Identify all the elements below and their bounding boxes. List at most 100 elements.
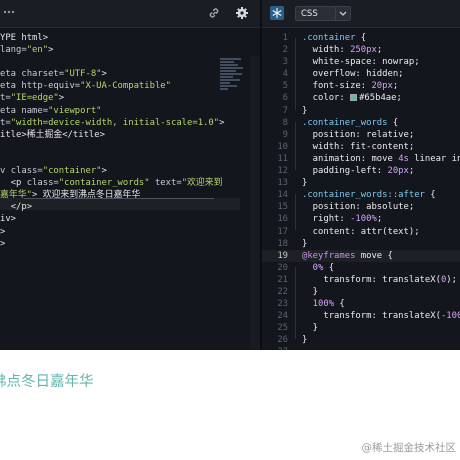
html-code-area[interactable]: YPE html> lang="en"> eta charset="UTF-8">… [0,28,260,350]
code-token: 250px [350,45,377,56]
code-line: <p class="container_words" text="欢迎来到 [0,177,224,189]
settings-gear-icon[interactable] [234,5,250,21]
snowflake-icon[interactable] [269,5,285,21]
code-token: > [48,45,54,56]
code-token: position: relative; [302,129,415,140]
code-token: linear infi [414,153,460,164]
code-token: 20px [371,81,393,92]
code-token: "container_words" [58,178,150,189]
code-token: content: attr(text); [302,226,420,237]
code-token: overflow: hidden; [302,69,404,80]
line-number: 18 [277,238,288,249]
code-token: text= [149,178,182,189]
code-line: iv> [0,213,224,225]
code-token: { [334,299,345,310]
ellipsis-icon[interactable] [2,5,16,21]
code-token: -100% [350,214,377,225]
code-token: "X-UA-Compatible" [80,81,171,92]
line-number: 9 [282,129,288,140]
code-line: } [302,105,460,117]
code-token: > [58,93,65,104]
code-token: "viewport" [48,105,102,116]
code-line: YPE html> [0,32,224,44]
code-token: charset= [21,69,65,80]
code-token: .container_words [302,117,393,128]
code-token: > [219,117,225,128]
code-token: </title> [62,129,105,140]
code-token: padding-left: [302,166,388,177]
indent-guide [295,194,296,230]
code-token: transform: translateX( [302,274,441,285]
code-line: color: #65b4ae; [302,92,460,104]
html-code: YPE html> lang="en"> eta charset="UTF-8">… [0,32,224,250]
code-token: class= [26,178,59,189]
line-number: 26 [277,335,288,346]
code-line: > [0,226,224,238]
code-token: -100% [440,311,460,322]
code-line: 嘉年华"> 欢迎来到沸点冬日嘉年华 [0,189,224,201]
scrollbar[interactable] [250,56,260,350]
code-token: > [101,69,107,80]
code-token: <p [0,178,27,189]
code-line: } [302,177,460,189]
code-line: itle>稀土掘金</title> [0,129,224,141]
code-token: { [430,190,436,201]
code-token: itle> [0,129,27,140]
code-token: font-size: [302,81,372,92]
code-token: width: [302,45,351,56]
code-line: } [302,322,460,334]
line-number: 2 [282,45,288,56]
code-line: v class="container"> [0,165,224,177]
code-token: ); [446,274,457,285]
code-line: position: relative; [302,129,460,141]
css-pane: CSS 1 2 3 4 5 6 7 8 9 10 11 12 13 14 15 16 17 18 19 20 21 22 2… [262,0,460,350]
code-token: } [302,335,308,346]
line-number: 3 [282,57,288,68]
code-token: </p> [0,202,33,213]
line-number-gutter: 1 2 3 4 5 6 7 8 9 10 11 12 13 14 15 16 17 18 19 20 21 22 23 24 2… [262,32,288,350]
code-line: 100% { [302,298,460,310]
code-token: ; [408,166,415,177]
link-icon[interactable] [206,5,222,21]
indent-guide [295,38,296,110]
code-line: .container_words::after { [302,189,460,201]
code-token: iv> [0,214,17,225]
line-number: 14 [277,190,288,201]
code-token: move { [360,250,393,261]
code-token: width: fit-content; [302,141,415,152]
code-token: "UTF-8" [64,69,102,80]
minimap[interactable] [220,58,246,98]
code-line: @keyframes move { [302,250,460,262]
line-number: 12 [277,166,288,177]
line-number: 15 [277,202,288,213]
code-line: eta charset="UTF-8"> [0,68,224,80]
code-token: "width=device-width, initial-scale=1.0" [10,117,220,128]
code-token: eta [0,105,22,116]
html-toolbar [0,0,260,28]
line-number: 23 [277,299,288,310]
line-number: 20 [277,262,288,273]
code-line: transform: translateX(0); [302,274,460,286]
language-select[interactable]: CSS [295,6,351,21]
code-line: .container { [302,32,460,44]
code-line: t="IE=edge"> [0,92,224,104]
line-number: 4 [282,69,288,80]
code-token: t= [0,93,11,104]
code-token: right: [302,214,351,225]
code-editor: YPE html> lang="en"> eta charset="UTF-8">… [0,0,460,350]
code-line: </p> [0,201,224,213]
code-token: #65b4ae; [359,93,402,104]
code-line: } [302,334,460,346]
code-token: white-space: nowrap; [302,57,420,68]
line-number: 21 [277,274,288,285]
code-token: > [0,238,6,249]
line-number: 19 [277,250,288,261]
css-code-area[interactable]: 1 2 3 4 5 6 7 8 9 10 11 12 13 14 15 16 17 18 19 20 21 22 23 24 2… [262,28,460,350]
code-token: .container [302,33,361,43]
code-line: width: fit-content; [302,141,460,153]
code-token: "欢迎来到 [181,178,223,189]
line-number: 22 [277,286,288,297]
code-token: "en" [26,45,49,56]
code-token: lang= [0,45,27,56]
